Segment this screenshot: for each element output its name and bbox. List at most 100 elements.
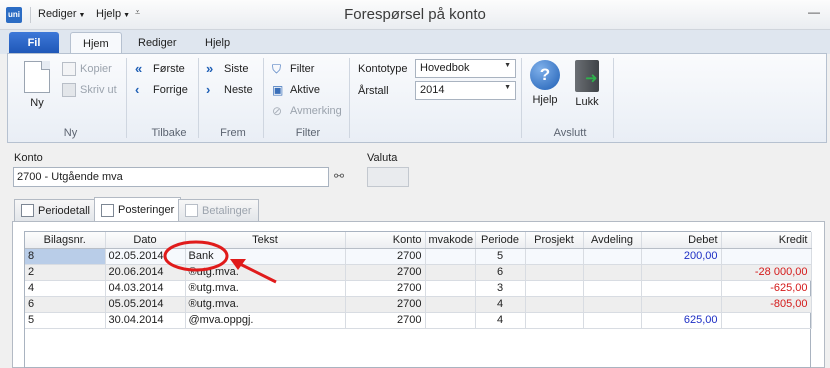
cell-periode[interactable]: 4 (475, 296, 526, 313)
cell-prosjekt[interactable] (525, 296, 584, 313)
cell-bilagsnr[interactable]: 2 (25, 264, 106, 281)
cell-debet[interactable] (641, 280, 722, 297)
kontotype-select[interactable]: Hovedbok ▼ (415, 59, 516, 78)
cell-bilagsnr[interactable]: 6 (25, 296, 106, 313)
cell-tekst[interactable]: ®utg.mva. (185, 264, 346, 281)
cell-periode[interactable]: 4 (475, 312, 526, 329)
column-header-konto[interactable]: Konto (345, 232, 426, 249)
tab-betalinger[interactable]: Betalinger (178, 199, 259, 221)
help-button[interactable]: ? Hjelp (528, 60, 562, 106)
filter-button[interactable]: ⛉ Filter (272, 62, 314, 76)
cell-avdeling[interactable] (583, 280, 642, 297)
cell-prosjekt[interactable] (525, 280, 584, 297)
cell-bilagsnr[interactable]: 5 (25, 312, 106, 329)
next-button[interactable]: › Neste (206, 83, 253, 97)
active-label: Aktive (290, 84, 320, 96)
column-header-bilagsnr[interactable]: Bilagsnr. (25, 232, 106, 249)
column-header-avdeling[interactable]: Avdeling (583, 232, 642, 249)
cell-konto[interactable]: 2700 (345, 264, 426, 281)
cell-kredit[interactable] (721, 248, 812, 265)
print-button[interactable]: Skriv ut (62, 83, 117, 97)
cell-dato[interactable]: 30.04.2014 (105, 312, 186, 329)
cell-bilagsnr[interactable]: 4 (25, 280, 106, 297)
cell-dato[interactable]: 02.05.2014 (105, 248, 186, 265)
cell-debet[interactable]: 200,00 (641, 248, 722, 265)
chevron-down-icon: ▼ (504, 84, 511, 91)
previous-button[interactable]: ‹ Forrige (135, 83, 188, 97)
cell-kredit[interactable]: -625,00 (721, 280, 812, 297)
table-row[interactable]: 2 20.06.2014 ®utg.mva. 2700 6 -28 000,00 (25, 264, 812, 281)
cell-avdeling[interactable] (583, 248, 642, 265)
cell-kredit[interactable]: -28 000,00 (721, 264, 812, 281)
cell-kredit[interactable] (721, 312, 812, 329)
cell-periode[interactable]: 3 (475, 280, 526, 297)
active-filter-icon: ▣ (272, 83, 284, 97)
group-label-ny: Ny (63, 127, 78, 139)
last-button[interactable]: » Siste (206, 62, 248, 76)
cell-mvakode[interactable] (425, 264, 476, 281)
cell-avdeling[interactable] (583, 296, 642, 313)
group-separator (349, 58, 350, 138)
tab-fil[interactable]: Fil (9, 32, 59, 54)
cell-avdeling[interactable] (583, 312, 642, 329)
double-chevron-right-icon: » (206, 61, 214, 76)
column-header-kredit[interactable]: Kredit (721, 232, 812, 249)
column-header-periode[interactable]: Periode (475, 232, 526, 249)
cell-dato[interactable]: 04.03.2014 (105, 280, 186, 297)
group-separator (521, 58, 522, 138)
cell-konto[interactable]: 2700 (345, 280, 426, 297)
tab-hjelp[interactable]: Hjelp (193, 32, 242, 54)
column-header-prosjekt[interactable]: Prosjekt (525, 232, 584, 249)
tab-posteringer[interactable]: Posteringer (94, 197, 182, 222)
tab-rediger[interactable]: Rediger (126, 32, 189, 54)
link-icon[interactable]: ⚯ (334, 169, 344, 183)
column-header-dato[interactable]: Dato (105, 232, 186, 249)
tab-hjem[interactable]: Hjem (70, 32, 122, 54)
unmark-button[interactable]: ⊘ Avmerking (272, 104, 342, 118)
cell-kredit[interactable]: -805,00 (721, 296, 812, 313)
cell-konto[interactable]: 2700 (345, 312, 426, 329)
cell-prosjekt[interactable] (525, 312, 584, 329)
cell-periode[interactable]: 5 (475, 248, 526, 265)
cell-mvakode[interactable] (425, 296, 476, 313)
column-header-tekst[interactable]: Tekst (185, 232, 346, 249)
cell-tekst[interactable]: ®utg.mva. (185, 296, 346, 313)
posteringer-grid[interactable]: Bilagsnr. Dato Tekst Konto mvakode Perio… (24, 231, 812, 368)
table-row[interactable]: 4 04.03.2014 ®utg.mva. 2700 3 -625,00 (25, 280, 812, 297)
table-row[interactable]: 8 02.05.2014 Bank 2700 5 200,00 (25, 248, 812, 265)
first-button[interactable]: « Første (135, 62, 185, 76)
close-button[interactable]: Lukk (572, 60, 602, 108)
cell-debet[interactable] (641, 264, 722, 281)
active-button[interactable]: ▣ Aktive (272, 83, 320, 97)
column-header-mvakode[interactable]: mvakode (425, 232, 476, 249)
cell-prosjekt[interactable] (525, 264, 584, 281)
cell-mvakode[interactable] (425, 248, 476, 265)
cell-tekst[interactable]: ®utg.mva. (185, 280, 346, 297)
cell-dato[interactable]: 05.05.2014 (105, 296, 186, 313)
konto-input[interactable]: 2700 - Utgående mva (13, 167, 329, 187)
copy-button[interactable]: Kopier (62, 62, 112, 76)
double-chevron-left-icon: « (135, 61, 143, 76)
cell-periode[interactable]: 6 (475, 264, 526, 281)
cell-avdeling[interactable] (583, 264, 642, 281)
cell-prosjekt[interactable] (525, 248, 584, 265)
column-header-debet[interactable]: Debet (641, 232, 722, 249)
new-button[interactable]: Ny (22, 61, 52, 109)
cell-debet[interactable] (641, 296, 722, 313)
next-label: Neste (224, 84, 253, 96)
cell-konto[interactable]: 2700 (345, 248, 426, 265)
cell-dato[interactable]: 20.06.2014 (105, 264, 186, 281)
cell-konto[interactable]: 2700 (345, 296, 426, 313)
cell-mvakode[interactable] (425, 312, 476, 329)
cell-bilagsnr[interactable]: 8 (25, 248, 106, 265)
cell-tekst[interactable]: Bank (185, 248, 346, 265)
minimize-icon[interactable]: — (804, 4, 824, 20)
cell-debet[interactable]: 625,00 (641, 312, 722, 329)
table-row[interactable]: 5 30.04.2014 @mva.oppgj. 2700 4 625,00 (25, 312, 812, 329)
tab-periodetall[interactable]: Periodetall (14, 199, 97, 221)
cell-mvakode[interactable] (425, 280, 476, 297)
cell-tekst[interactable]: @mva.oppgj. (185, 312, 346, 329)
group-label-tilbake: Tilbake (151, 127, 187, 139)
table-row[interactable]: 6 05.05.2014 ®utg.mva. 2700 4 -805,00 (25, 296, 812, 313)
arstall-select[interactable]: 2014 ▼ (415, 81, 516, 100)
